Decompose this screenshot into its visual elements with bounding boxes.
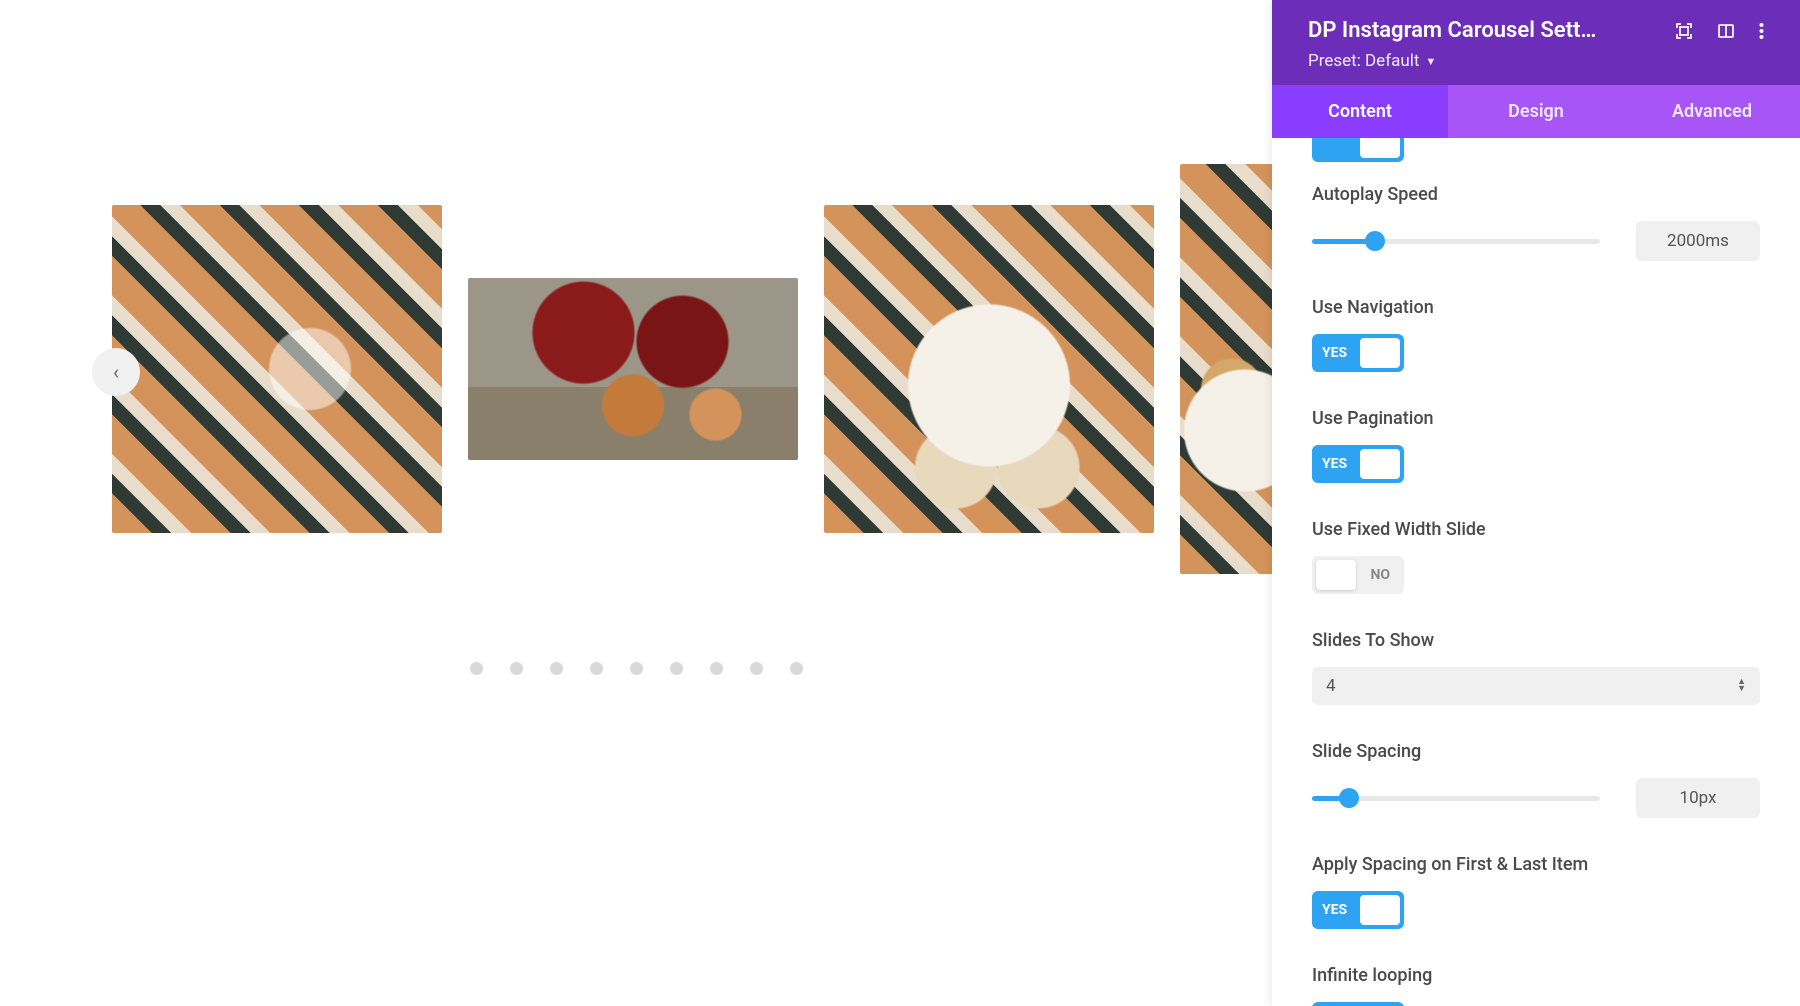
toggle-knob <box>1316 560 1356 590</box>
preview-canvas: ‹ <box>0 0 1272 1006</box>
pagination-dot[interactable] <box>510 662 523 675</box>
carousel <box>0 164 1272 574</box>
carousel-slide[interactable] <box>468 278 798 460</box>
slide-image <box>112 205 442 533</box>
infinite-looping-label: Infinite looping <box>1312 965 1760 986</box>
pagination-dot[interactable] <box>470 662 483 675</box>
carousel-prev-button[interactable]: ‹ <box>92 348 140 396</box>
slide-spacing-slider[interactable] <box>1312 796 1600 801</box>
use-pagination-toggle[interactable]: YES <box>1312 445 1404 483</box>
toggle-yes-label: YES <box>1322 456 1347 472</box>
tab-advanced[interactable]: Advanced <box>1624 85 1800 138</box>
slide-image <box>1180 164 1272 574</box>
slide-spacing-label: Slide Spacing <box>1312 741 1760 762</box>
carousel-slide[interactable] <box>1180 164 1272 574</box>
autoplay-speed-slider[interactable] <box>1312 239 1600 244</box>
use-navigation-label: Use Navigation <box>1312 297 1760 318</box>
autoplay-speed-label: Autoplay Speed <box>1312 184 1760 205</box>
pagination-dot[interactable] <box>750 662 763 675</box>
autoplay-speed-input[interactable] <box>1636 221 1760 261</box>
infinite-looping-toggle[interactable]: YES <box>1312 1002 1404 1006</box>
settings-scroll-area[interactable]: Autoplay Speed Use Navigation YES Use Pa… <box>1272 138 1800 1006</box>
pagination-dot[interactable] <box>550 662 563 675</box>
slide-image <box>824 205 1154 533</box>
pagination-dot[interactable] <box>670 662 683 675</box>
preset-selector[interactable]: Preset: Default ▼ <box>1308 51 1764 71</box>
expand-icon[interactable] <box>1675 22 1693 40</box>
pagination-dot[interactable] <box>590 662 603 675</box>
carousel-slide[interactable] <box>824 205 1154 533</box>
toggle-knob <box>1360 338 1400 368</box>
slider-thumb[interactable] <box>1339 788 1359 808</box>
apply-spacing-toggle[interactable]: YES <box>1312 891 1404 929</box>
toggle-knob <box>1360 895 1400 925</box>
select-arrows-icon: ▲▼ <box>1737 679 1746 693</box>
autoplay-toggle-partial[interactable] <box>1312 138 1404 162</box>
use-fixed-width-toggle[interactable]: NO <box>1312 556 1404 594</box>
slide-image <box>468 278 798 460</box>
apply-spacing-label: Apply Spacing on First & Last Item <box>1312 854 1592 875</box>
slides-to-show-select[interactable]: 4 ▲▼ <box>1312 667 1760 705</box>
carousel-pagination <box>0 662 1272 675</box>
sidebar-header: DP Instagram Carousel Sett… Preset: Defa… <box>1272 0 1800 85</box>
carousel-slide[interactable] <box>112 205 442 533</box>
slide-spacing-input[interactable] <box>1636 778 1760 818</box>
toggle-knob <box>1360 138 1400 158</box>
more-icon[interactable] <box>1759 22 1764 40</box>
slider-thumb[interactable] <box>1365 231 1385 251</box>
settings-tabs: Content Design Advanced <box>1272 85 1800 138</box>
caret-down-icon: ▼ <box>1425 55 1436 68</box>
use-pagination-label: Use Pagination <box>1312 408 1760 429</box>
tab-content[interactable]: Content <box>1272 85 1448 138</box>
pagination-dot[interactable] <box>630 662 643 675</box>
tab-design[interactable]: Design <box>1448 85 1624 138</box>
panel-title: DP Instagram Carousel Sett… <box>1308 18 1596 43</box>
use-navigation-toggle[interactable]: YES <box>1312 334 1404 372</box>
responsive-icon[interactable] <box>1717 22 1735 40</box>
preset-label: Preset: Default <box>1308 51 1419 71</box>
toggle-no-label: NO <box>1370 567 1390 583</box>
pagination-dot[interactable] <box>790 662 803 675</box>
pagination-dot[interactable] <box>710 662 723 675</box>
slides-to-show-label: Slides To Show <box>1312 630 1760 651</box>
chevron-left-icon: ‹ <box>113 360 119 384</box>
use-fixed-width-label: Use Fixed Width Slide <box>1312 519 1760 540</box>
toggle-yes-label: YES <box>1322 902 1347 918</box>
toggle-knob <box>1360 449 1400 479</box>
select-value: 4 <box>1326 676 1336 696</box>
settings-sidebar: DP Instagram Carousel Sett… Preset: Defa… <box>1272 0 1800 1006</box>
toggle-yes-label: YES <box>1322 345 1347 361</box>
